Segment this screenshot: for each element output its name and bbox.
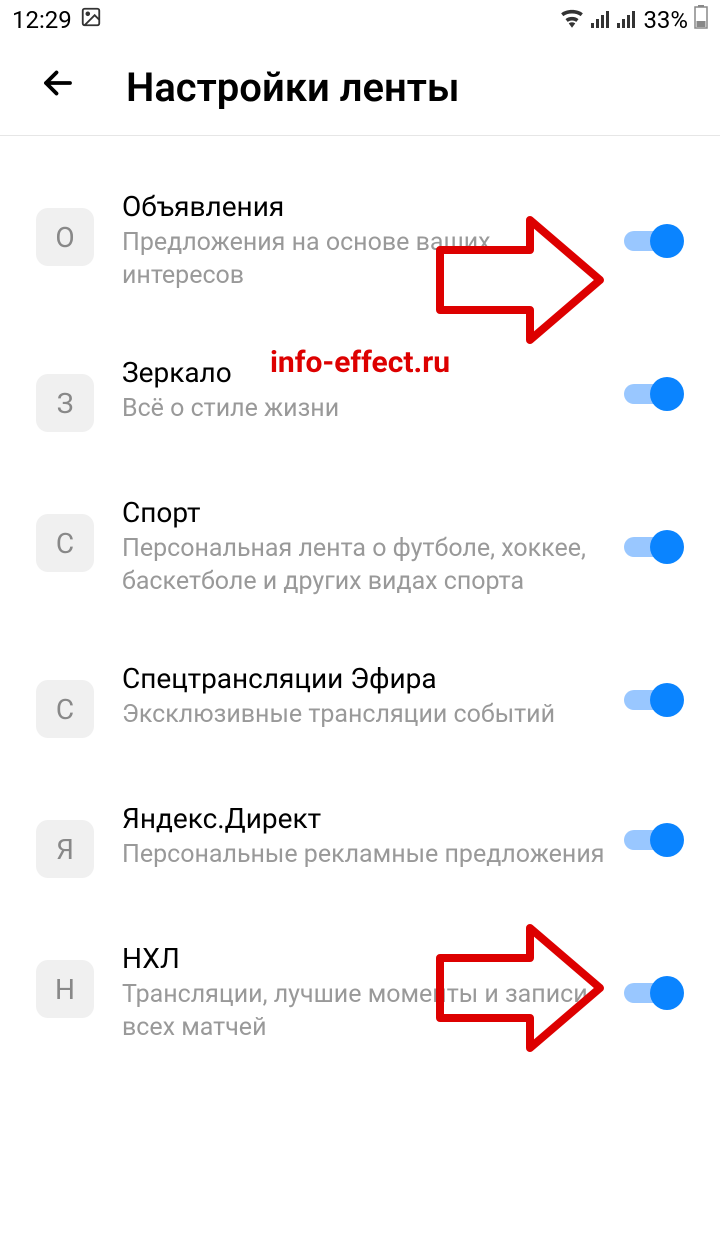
feed-item-special: С Спецтрансляции Эфира Эксклюзивные тран…	[0, 648, 720, 752]
item-text: Спецтрансляции Эфира Эксклюзивные трансл…	[122, 662, 684, 732]
toggle-direct[interactable]	[624, 822, 684, 858]
item-title: Спецтрансляции Эфира	[122, 662, 614, 695]
avatar: С	[36, 514, 94, 572]
header: Настройки ленты	[0, 40, 720, 136]
status-bar: 12:29 33%	[0, 0, 720, 40]
back-button[interactable]	[40, 65, 76, 110]
feed-item-nhl: Н НХЛ Трансляции, лучшие моменты и запис…	[0, 928, 720, 1058]
image-icon	[80, 6, 102, 34]
avatar: Н	[36, 960, 94, 1018]
avatar: О	[36, 208, 94, 266]
avatar: Я	[36, 820, 94, 878]
signal-icon-2	[617, 6, 637, 34]
toggle-zerkalo[interactable]	[624, 376, 684, 412]
toggle-sport[interactable]	[624, 529, 684, 565]
annotation-arrow-icon	[430, 210, 610, 354]
battery-percent: 33%	[643, 6, 688, 34]
status-time: 12:29	[12, 6, 72, 34]
item-subtitle: Эксклюзивные трансляции событий	[122, 699, 614, 732]
battery-icon	[694, 5, 708, 35]
feed-item-direct: Я Яндекс.Директ Персональные рекламные п…	[0, 788, 720, 892]
avatar: З	[36, 374, 94, 432]
item-title: Спорт	[122, 496, 614, 529]
item-subtitle: Персональные рекламные предложения	[122, 839, 614, 872]
item-text: Спорт Персональная лента о футболе, хокк…	[122, 496, 684, 598]
toggle-special[interactable]	[624, 682, 684, 718]
page-title: Настройки ленты	[126, 64, 460, 111]
wifi-icon	[559, 6, 585, 34]
annotation-arrow-icon	[430, 918, 610, 1062]
toggle-ads[interactable]	[624, 223, 684, 259]
feed-list: О Объявления Предложения на основе ваших…	[0, 136, 720, 1058]
status-right: 33%	[559, 5, 708, 35]
item-subtitle: Всё о стиле жизни	[122, 393, 614, 426]
item-subtitle: Персональная лента о футболе, хоккее, ба…	[122, 533, 614, 598]
item-text: Яндекс.Директ Персональные рекламные пре…	[122, 802, 684, 872]
toggle-nhl[interactable]	[624, 975, 684, 1011]
avatar: С	[36, 680, 94, 738]
item-title: Яндекс.Директ	[122, 802, 614, 835]
watermark: info-effect.ru	[270, 345, 450, 380]
feed-item-sport: С Спорт Персональная лента о футболе, хо…	[0, 482, 720, 612]
feed-item-ads: О Объявления Предложения на основе ваших…	[0, 176, 720, 306]
signal-icon-1	[591, 6, 611, 34]
status-left: 12:29	[12, 6, 102, 34]
